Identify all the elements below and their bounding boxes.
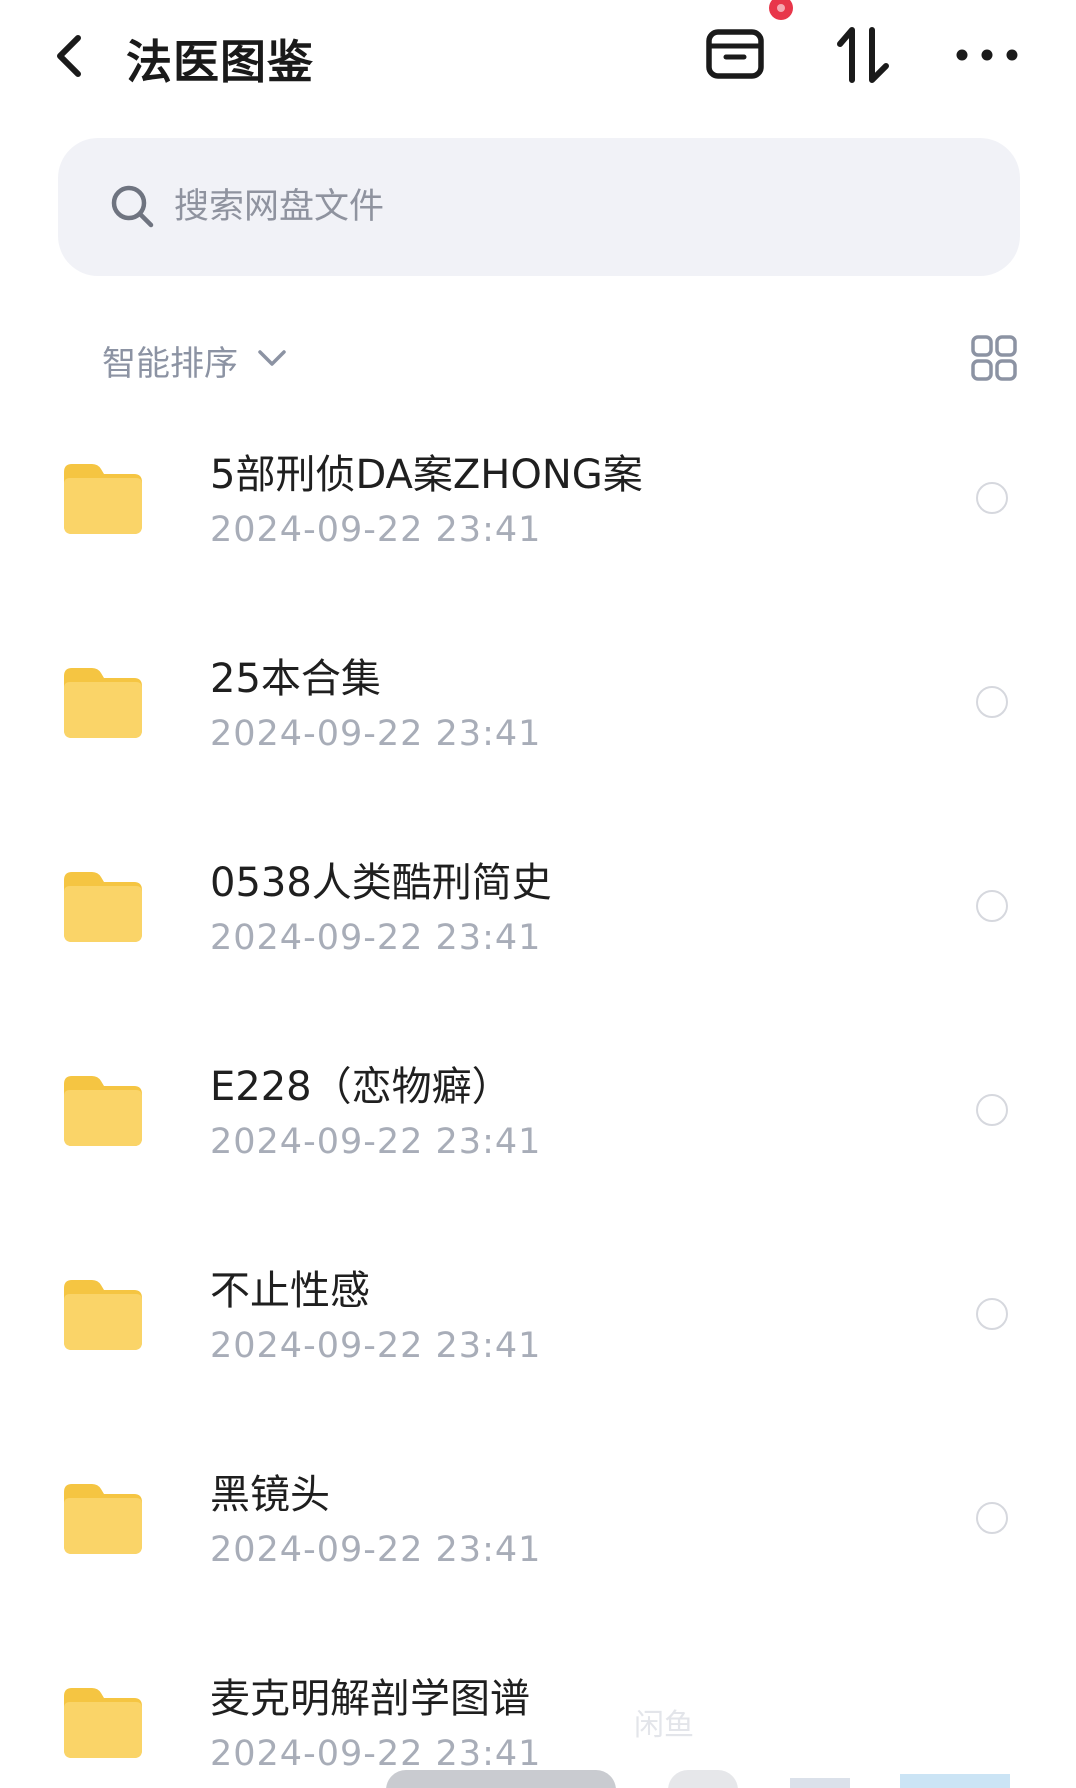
select-checkbox[interactable]: [976, 686, 1008, 718]
back-icon: [57, 35, 81, 77]
file-name: 0538人类酷刑简史: [210, 860, 552, 906]
list-item[interactable]: E228（恋物癖） 2024-09-22 23:41: [0, 1012, 1076, 1216]
overlay-pill: [386, 1770, 616, 1788]
list-item[interactable]: 25本合集 2024-09-22 23:41: [0, 604, 1076, 808]
overlay-block: [900, 1774, 1010, 1788]
page-title: 法医图鉴: [126, 35, 314, 89]
select-checkbox[interactable]: [976, 1502, 1008, 1534]
list-item[interactable]: 麦克明解剖学图谱 2024-09-22 23:41: [0, 1624, 1076, 1788]
overlay-pill: [668, 1770, 738, 1788]
search-bar[interactable]: [58, 138, 1020, 276]
folder-icon: [64, 872, 142, 942]
archive-button[interactable]: [704, 22, 766, 84]
file-name: E228（恋物癖）: [210, 1064, 512, 1110]
file-name: 黑镜头: [210, 1472, 330, 1518]
list-item[interactable]: 5部刑侦DA案ZHONG案 2024-09-22 23:41: [0, 400, 1076, 604]
file-name: 麦克明解剖学图谱: [210, 1676, 530, 1722]
folder-icon: [64, 1076, 142, 1146]
file-date: 2024-09-22 23:41: [210, 1326, 542, 1366]
file-date: 2024-09-22 23:41: [210, 1122, 542, 1162]
select-checkbox[interactable]: [976, 1298, 1008, 1330]
file-name: 不止性感: [210, 1268, 370, 1314]
file-date: 2024-09-22 23:41: [210, 510, 542, 550]
file-date: 2024-09-22 23:41: [210, 1734, 542, 1774]
folder-icon: [64, 1280, 142, 1350]
grid-view-icon: [971, 335, 1017, 381]
watermark: 闲鱼: [634, 1708, 694, 1743]
search-icon: [111, 185, 154, 228]
list-item[interactable]: 不止性感 2024-09-22 23:41: [0, 1216, 1076, 1420]
file-name: 5部刑侦DA案ZHONG案: [210, 452, 643, 498]
overlay-block: [790, 1778, 850, 1788]
grid-view-button[interactable]: [970, 334, 1018, 382]
list-item[interactable]: 黑镜头 2024-09-22 23:41: [0, 1420, 1076, 1624]
sort-icon: [837, 27, 889, 83]
file-date: 2024-09-22 23:41: [210, 918, 542, 958]
folder-icon: [64, 1484, 142, 1554]
page: 法医图鉴 搜索网盘文件 智能排序 5部刑侦DA案ZHONG案 2024-09-2…: [0, 0, 1076, 1788]
chevron-down-icon: [258, 350, 286, 366]
list-item[interactable]: 0538人类酷刑简史 2024-09-22 23:41: [0, 808, 1076, 1012]
more-button[interactable]: [952, 38, 1022, 72]
select-checkbox[interactable]: [976, 482, 1008, 514]
archive-icon: [706, 29, 764, 79]
file-date: 2024-09-22 23:41: [210, 714, 542, 754]
search-input[interactable]: [172, 176, 936, 238]
select-checkbox[interactable]: [976, 890, 1008, 922]
notification-badge: [768, 0, 794, 22]
file-date: 2024-09-22 23:41: [210, 1530, 542, 1570]
top-bar: 法医图鉴: [0, 0, 1076, 120]
sort-label[interactable]: 智能排序: [102, 336, 238, 385]
folder-icon: [64, 464, 142, 534]
more-icon: [956, 49, 1018, 61]
folder-icon: [64, 1688, 142, 1758]
file-name: 25本合集: [210, 656, 381, 702]
select-checkbox[interactable]: [976, 1094, 1008, 1126]
folder-icon: [64, 668, 142, 738]
sort-button[interactable]: [832, 22, 896, 88]
back-button[interactable]: [48, 28, 96, 84]
